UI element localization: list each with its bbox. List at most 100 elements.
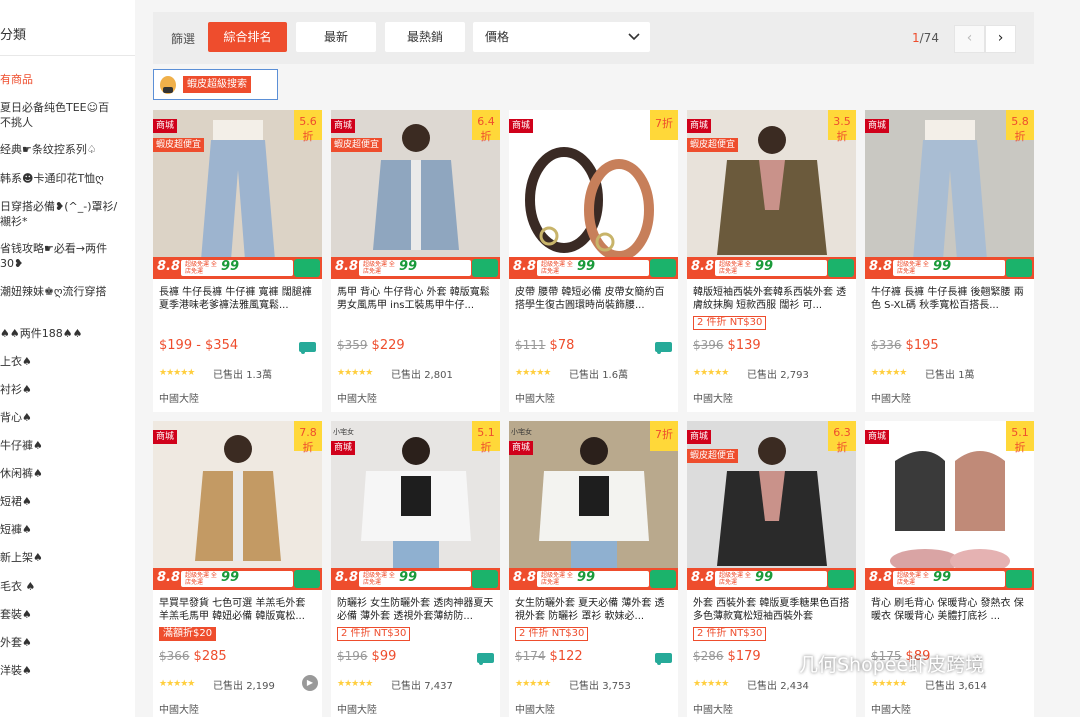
banner-subtext: 超級免運 全店免運 <box>363 572 395 586</box>
sold-prefix: 已售出 <box>213 681 247 692</box>
product-card[interactable]: 商城 蝦皮超便宜 5.6折 8.8 超級免運 全店免運 99 長褲 牛仔長褲 牛仔褲 寬褲 … <box>153 110 322 412</box>
discount-badge: 5.1折 <box>472 421 500 454</box>
banner-99: 99 <box>755 259 774 274</box>
banner-middle: 超級免運 全店免運 99 <box>181 259 293 276</box>
cheap-tag: 蝦皮超便宜 <box>153 138 205 152</box>
product-title[interactable]: 早買早發貨 七色可選 羊羔毛外套 羊羔毛馬甲 韓妞必備 韓版寬松... <box>159 597 316 623</box>
product-card[interactable]: 小宅女 商城 7折 8.8 超級免運 全店免運 99 女生防曬外套 夏天必備 薄外套 透視外… <box>509 421 678 717</box>
product-card[interactable]: 商城 7折 8.8 超級免運 全店免運 99 皮帶 腰帶 韓短必備 皮帶女簡約百搭學生復古… <box>509 110 678 412</box>
sort-top-sales-button[interactable]: 最熱銷 <box>385 22 465 52</box>
sidebar-category-item[interactable]: 新上架♠ <box>0 550 132 565</box>
product-card[interactable]: 商城 蝦皮超便宜 3.5折 8.8 超級免運 全店免運 99 韓版短袖西裝外套韓系西裝外套 … <box>687 110 856 412</box>
original-price: $174 <box>515 649 546 663</box>
banner-99: 99 <box>221 570 240 585</box>
sidebar-category-item[interactable]: 短褲♠ <box>0 522 132 537</box>
sold-value: 2,199 <box>246 681 275 692</box>
price: $396 $139 <box>693 338 761 353</box>
sidebar-category-item[interactable]: 套裝♠ <box>0 607 132 622</box>
gift-icon <box>828 259 854 277</box>
sold-count: 已售出 2,801 <box>391 366 453 381</box>
rating-stars: ★★★★★ <box>515 368 551 378</box>
price-sort-select[interactable]: 價格 <box>473 22 650 52</box>
mall-tag: 商城 <box>509 441 534 455</box>
gift-icon <box>828 570 854 588</box>
cheap-tag: 蝦皮超便宜 <box>687 449 739 463</box>
product-card[interactable]: 小宅女 商城 5.1折 8.8 超級免運 全店免運 99 防曬衫 女生防曬外套 透肉神器夏天… <box>331 421 500 717</box>
product-title[interactable]: 皮帶 腰帶 韓短必備 皮帶女簡約百搭學生復古圓環時尚裝飾腰... <box>515 286 672 312</box>
sort-latest-button[interactable]: 最新 <box>296 22 376 52</box>
sidebar-category-item[interactable]: 短裙♠ <box>0 494 132 509</box>
banner-middle: 超級免運 全店免運 99 <box>359 570 471 587</box>
sidebar-divider <box>0 55 135 56</box>
sidebar-category-item[interactable]: 牛仔褲♠ <box>0 438 132 453</box>
product-title[interactable]: 韓版短袖西裝外套韓系西裝外套 透膚紋抹胸 短款西服 闊衫 可... <box>693 286 850 312</box>
sold-prefix: 已售出 <box>213 370 247 381</box>
cheap-tag: 蝦皮超便宜 <box>331 138 383 152</box>
sidebar-category-item[interactable]: 有商品 <box>0 72 132 87</box>
prev-page-button[interactable]: ‹ <box>954 25 985 53</box>
original-price: $396 <box>693 338 724 352</box>
sold-prefix: 已售出 <box>925 370 959 381</box>
banner-subtext: 超級免運 全店免運 <box>185 261 217 275</box>
gift-icon <box>294 570 320 588</box>
product-title[interactable]: 馬甲 背心 牛仔背心 外套 韓版寬鬆男女風馬甲 ins工裝馬甲牛仔... <box>337 286 494 312</box>
ship-location: 中國大陸 <box>515 705 555 716</box>
sidebar-category-item[interactable]: 外套♠ <box>0 635 132 650</box>
play-icon[interactable]: ▶ <box>302 675 318 691</box>
product-title[interactable]: 牛仔褲 長褲 牛仔長褲 後翹緊腰 兩色 S-XL碼 秋季寬松百搭長... <box>871 286 1028 312</box>
mall-tag: 商城 <box>153 119 178 133</box>
promo-tag: 滿額折$20 <box>159 627 217 641</box>
sidebar-category-item[interactable]: 毛衣 ♠ <box>0 579 132 594</box>
sold-prefix: 已售出 <box>569 370 603 381</box>
next-page-button[interactable]: › <box>985 25 1016 53</box>
sidebar-category-item[interactable]: 背心♠ <box>0 410 132 425</box>
sidebar-category-item[interactable]: 夏日必备纯色TEE☺百 不挑人 <box>0 100 132 130</box>
sold-value: 7,437 <box>424 681 453 692</box>
product-card[interactable]: 商城 5.8折 8.8 超級免運 全店免運 99 牛仔褲 長褲 牛仔長褲 後翹緊腰 兩色 … <box>865 110 1034 412</box>
sidebar-category-item[interactable]: 日穿搭必備❥(^_-)罩衫/ 襯衫* <box>0 199 132 229</box>
banner-88: 8.8 <box>869 570 893 585</box>
sort-relevance-button[interactable]: 綜合排名 <box>208 22 287 52</box>
banner-99: 99 <box>221 259 240 274</box>
product-card[interactable]: 商城 蝦皮超便宜 6.4折 8.8 超級免運 全店免運 99 馬甲 背心 牛仔背心 外套 韓… <box>331 110 500 412</box>
sidebar-category-item[interactable]: 上衣♠ <box>0 354 132 369</box>
sidebar-category-item[interactable]: 省钱攻略☛必看→两件 30❥ <box>0 241 132 271</box>
product-title[interactable]: 外套 西裝外套 韓版夏季糖果色百搭多色薄款寬松短袖西裝外套 <box>693 597 850 623</box>
mall-tag: 商城 <box>865 119 890 133</box>
sidebar-category-item[interactable]: 潮妞辣妹♚ღ流行穿搭 <box>0 284 132 299</box>
promo-tag: 2 件折 NT$30 <box>693 316 767 330</box>
sale-price: $179 <box>727 649 761 664</box>
sidebar-category-item[interactable]: ♠♠两件188♠♠ <box>0 326 132 341</box>
banner-middle: 超級免運 全店免運 99 <box>893 259 1005 276</box>
product-title[interactable]: 女生防曬外套 夏天必備 薄外套 透視外套 防曬衫 罩衫 軟妹必... <box>515 597 672 623</box>
ship-location: 中國大陸 <box>337 705 377 716</box>
cheap-tag: 蝦皮超便宜 <box>687 138 739 152</box>
sold-value: 1萬 <box>958 370 975 381</box>
sold-value: 1.3萬 <box>246 370 273 381</box>
sidebar-category-item[interactable]: 衬衫♠ <box>0 382 132 397</box>
promo-banner: 8.8 超級免運 全店免運 99 <box>153 257 322 279</box>
super-search-button[interactable]: 蝦皮超級搜索 <box>153 69 278 100</box>
original-price: $359 <box>337 338 368 352</box>
product-card[interactable]: 商城 7.8折 ▶ 8.8 超級免運 全店免運 99 早買早發貨 七色可選 羊羔毛外套 羊羔… <box>153 421 322 717</box>
promo-banner: 8.8 超級免運 全店免運 99 <box>331 257 500 279</box>
sidebar-category-item[interactable]: 洋裝♠ <box>0 663 132 678</box>
sold-prefix: 已售出 <box>569 681 603 692</box>
product-title[interactable]: 防曬衫 女生防曬外套 透肉神器夏天必備 薄外套 透視外套薄紡防... <box>337 597 494 623</box>
discount-badge: 6.4折 <box>472 110 500 143</box>
gift-icon <box>294 259 320 277</box>
sidebar-category-item[interactable]: 休闲裤♠ <box>0 466 132 481</box>
banner-99: 99 <box>933 570 952 585</box>
product-title[interactable]: 長褲 牛仔長褲 牛仔褲 寬褲 闊腿褲 夏季港味老爹褲法雅風寬鬆... <box>159 286 316 312</box>
sort-filter-bar: 篩選 綜合排名 最新 最熱銷 價格 1/74 ‹ › <box>153 12 1034 64</box>
ship-location: 中國大陸 <box>871 705 911 716</box>
mall-tag: 商城 <box>153 430 178 444</box>
product-title[interactable]: 背心 刷毛背心 保暖背心 發熱衣 保暖衣 保暖背心 美體打底衫 ... <box>871 597 1028 623</box>
sidebar-category-item[interactable]: 经典☛条纹控系列♤ <box>0 142 132 157</box>
discount-badge: 3.5折 <box>828 110 856 143</box>
sold-prefix: 已售出 <box>391 681 425 692</box>
sold-count: 已售出 1.3萬 <box>213 366 272 381</box>
rating-stars: ★★★★★ <box>337 368 373 378</box>
sold-value: 2,793 <box>780 370 809 381</box>
sidebar-category-item[interactable]: 韩系☻卡通印花T恤ღ <box>0 171 132 186</box>
